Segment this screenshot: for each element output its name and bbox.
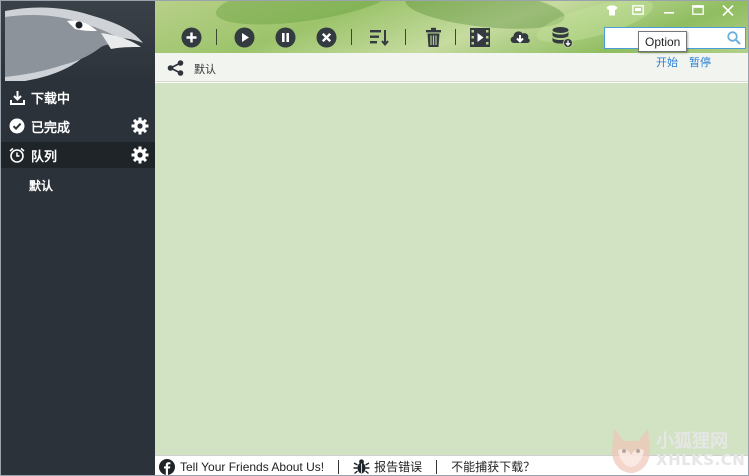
watermark-line2: XHLKS.CN [656, 451, 746, 469]
eagle-logo-icon [5, 7, 143, 81]
plus-circle-icon [181, 27, 201, 47]
start-button[interactable] [233, 26, 255, 48]
database-button[interactable] [551, 26, 573, 48]
minimize-button[interactable] [662, 4, 676, 16]
skin-button[interactable] [605, 4, 619, 16]
pause-button[interactable] [274, 26, 296, 48]
facebook-icon [159, 458, 175, 475]
minimize-icon [664, 12, 674, 14]
nav-downloading[interactable]: 下载中 [1, 84, 155, 110]
queue-name: 默认 [194, 63, 216, 76]
delete-button[interactable] [422, 26, 444, 48]
nav-completed-label: 已完成 [31, 120, 71, 136]
database-icon [552, 27, 573, 48]
sort-button[interactable] [368, 26, 390, 48]
mini-mode-button[interactable] [631, 4, 645, 16]
close-button[interactable] [721, 4, 735, 16]
toolbar-separator [216, 29, 217, 45]
trash-icon [425, 27, 441, 47]
watermark-line1: 小狐狸网 [656, 431, 728, 452]
main-panel: 默认 开始 暂停 Tell Your Friends About Us! 报告错… [155, 1, 748, 475]
app-window: 下载中 已完成 队列 默认 默认 开始 暂停 Tell Your Friends… [0, 0, 749, 476]
film-icon [470, 27, 490, 47]
tshirt-icon [606, 5, 618, 15]
maximize-button[interactable] [691, 4, 705, 16]
bug-icon [353, 459, 370, 475]
queue-start-link[interactable]: 开始 [656, 54, 678, 70]
report-bug-label: 报告错误 [374, 460, 423, 474]
report-bug-link[interactable]: 报告错误 [353, 458, 422, 475]
footer-separator [436, 459, 438, 474]
search-icon[interactable] [727, 31, 741, 48]
gear-icon[interactable] [131, 146, 149, 164]
nav-queue-label: 队列 [31, 149, 58, 165]
cloud-download-icon [510, 30, 530, 43]
cannot-capture-label: 不能捕获下载？ [451, 460, 536, 474]
alarm-clock-icon [9, 147, 25, 163]
stop-button[interactable] [315, 26, 337, 48]
check-circle-icon [9, 118, 25, 134]
tell-friends-label: Tell Your Friends About Us! [180, 459, 325, 474]
toolbar-separator [455, 29, 456, 45]
nav-queue[interactable]: 队列 [1, 142, 155, 168]
cannot-capture-link[interactable]: 不能捕获下载？ [451, 458, 535, 475]
gear-icon[interactable] [131, 117, 149, 135]
nav-completed[interactable]: 已完成 [1, 113, 155, 139]
tell-friends-link[interactable]: Tell Your Friends About Us! [159, 458, 325, 475]
cloud-download-button[interactable] [509, 26, 531, 48]
x-circle-icon [316, 27, 336, 47]
download-list-area[interactable] [155, 83, 748, 455]
queue-bar: 默认 开始 暂停 [155, 53, 748, 82]
maximize-icon [692, 5, 704, 15]
mini-window-icon [632, 5, 644, 15]
add-button[interactable] [180, 26, 202, 48]
toolbar-separator [351, 29, 352, 45]
queue-item-default[interactable]: 默认 [29, 177, 53, 194]
video-button[interactable] [469, 26, 491, 48]
close-icon [722, 4, 734, 16]
footer-separator [338, 459, 340, 474]
play-circle-icon [234, 27, 254, 47]
toolbar-separator [405, 29, 406, 45]
nav-downloading-label: 下载中 [31, 91, 71, 107]
share-icon[interactable] [167, 60, 184, 79]
option-tooltip: Option [638, 31, 688, 52]
pause-circle-icon [275, 27, 295, 47]
download-icon [9, 89, 25, 105]
sort-icon [369, 29, 389, 46]
logo [1, 1, 155, 83]
fox-logo-icon [612, 429, 650, 473]
watermark: 小狐狸网 XHLKS.CN [606, 425, 748, 475]
sidebar: 下载中 已完成 队列 默认 [1, 1, 155, 475]
queue-pause-link[interactable]: 暂停 [689, 54, 711, 70]
